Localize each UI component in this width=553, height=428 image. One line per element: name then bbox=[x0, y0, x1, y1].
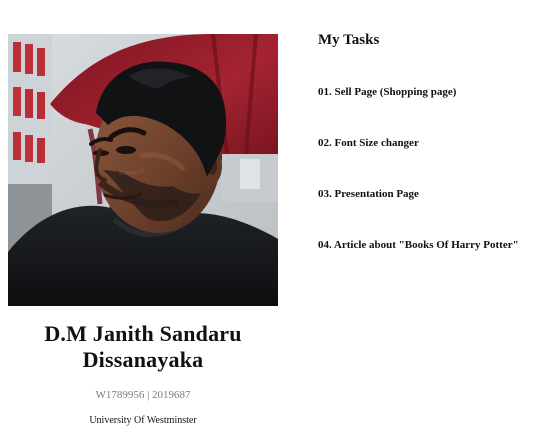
student-ids: W1789956 | 2019687 bbox=[95, 389, 191, 401]
university-name: University Of Westminster bbox=[89, 415, 197, 426]
task-link-harry-potter-article[interactable]: 04. Article about "Books Of Harry Potter… bbox=[318, 238, 548, 252]
task-link-presentation-page[interactable]: 03. Presentation Page bbox=[318, 187, 548, 201]
task-link-sell-page[interactable]: 01. Sell Page (Shopping page) bbox=[318, 85, 548, 99]
profile-name: D.M Janith Sandaru Dissanayaka bbox=[44, 321, 242, 372]
tasks-title: My Tasks bbox=[318, 32, 380, 48]
profile-card: D.M Janith Sandaru Dissanayaka W1789956 … bbox=[8, 0, 278, 428]
tasks-section: My Tasks 01. Sell Page (Shopping page) 0… bbox=[318, 31, 548, 252]
profile-photo bbox=[8, 34, 278, 306]
task-link-font-size-changer[interactable]: 02. Font Size changer bbox=[318, 136, 548, 150]
portfolio-page: D.M Janith Sandaru Dissanayaka W1789956 … bbox=[0, 0, 553, 428]
